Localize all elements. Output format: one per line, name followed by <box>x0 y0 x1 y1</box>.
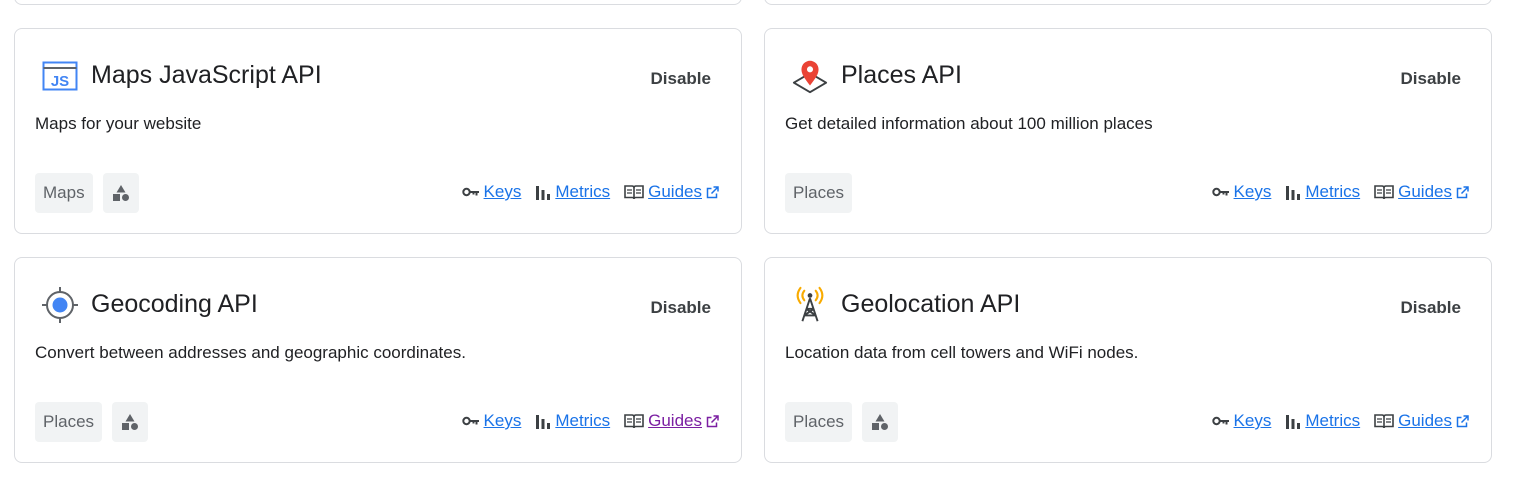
metrics-link-group: Metrics <box>1285 411 1360 431</box>
metrics-link[interactable]: Metrics <box>555 411 610 431</box>
metrics-link[interactable]: Metrics <box>1305 411 1360 431</box>
card-links: Keys Metrics Guides <box>448 411 719 431</box>
cell-tower-icon <box>791 286 829 324</box>
card-links: Keys Metrics Guides <box>1198 411 1469 431</box>
keys-link-group: Keys <box>1211 182 1272 202</box>
bar-chart-icon <box>535 413 551 429</box>
keys-link[interactable]: Keys <box>1234 411 1272 431</box>
keys-link[interactable]: Keys <box>484 182 522 202</box>
bar-chart-icon <box>1285 413 1301 429</box>
disable-button[interactable]: Disable <box>651 298 711 318</box>
keys-link[interactable]: Keys <box>484 411 522 431</box>
book-icon <box>1374 184 1394 200</box>
card-description: Convert between addresses and geographic… <box>35 343 466 362</box>
disable-button[interactable]: Disable <box>651 69 711 89</box>
metrics-link-group: Metrics <box>535 182 610 202</box>
svg-text:JS: JS <box>51 73 69 90</box>
chip-row: Places <box>785 402 899 442</box>
key-icon <box>461 186 480 198</box>
card-title: Maps JavaScript API <box>91 61 322 89</box>
keys-link-group: Keys <box>1211 411 1272 431</box>
card-above-left <box>14 0 742 5</box>
card-links: Keys Metrics Guides <box>448 182 719 202</box>
crosshair-icon <box>41 286 79 324</box>
api-card-maps-javascript: JS Maps JavaScript API Disable Maps for … <box>14 28 742 234</box>
metrics-link-group: Metrics <box>1285 182 1360 202</box>
api-card-geolocation: Geolocation API Disable Location data fr… <box>764 257 1492 463</box>
card-description: Get detailed information about 100 milli… <box>785 114 1153 133</box>
chip-places: Places <box>35 402 103 442</box>
card-title: Places API <box>841 61 962 89</box>
api-card-geocoding: Geocoding API Disable Convert between ad… <box>14 257 742 463</box>
card-title: Geocoding API <box>91 290 258 318</box>
api-card-places: Places API Disable Get detailed informat… <box>764 28 1492 234</box>
external-link-icon <box>706 185 719 199</box>
external-link-icon <box>1456 185 1469 199</box>
guides-link[interactable]: Guides <box>1398 411 1452 431</box>
shapes-icon <box>112 402 149 442</box>
book-icon <box>624 413 644 429</box>
guides-link-group: Guides <box>624 411 719 431</box>
book-icon <box>1374 413 1394 429</box>
bar-chart-icon <box>535 184 551 200</box>
guides-link-group: Guides <box>1374 411 1469 431</box>
card-above-right <box>764 0 1492 5</box>
guides-link-group: Guides <box>624 182 719 202</box>
disable-button[interactable]: Disable <box>1401 69 1461 89</box>
external-link-icon <box>1456 414 1469 428</box>
disable-button[interactable]: Disable <box>1401 298 1461 318</box>
chip-places: Places <box>785 402 853 442</box>
external-link-icon <box>706 414 719 428</box>
guides-link[interactable]: Guides <box>648 411 702 431</box>
guides-link-group: Guides <box>1374 182 1469 202</box>
keys-link[interactable]: Keys <box>1234 182 1272 202</box>
shapes-icon <box>862 402 899 442</box>
chip-row: Maps <box>35 173 139 213</box>
card-title: Geolocation API <box>841 290 1021 318</box>
chip-row: Places <box>785 173 853 213</box>
keys-link-group: Keys <box>461 411 522 431</box>
card-description: Location data from cell towers and WiFi … <box>785 343 1139 362</box>
place-pin-icon <box>791 57 829 95</box>
shapes-icon <box>102 173 139 213</box>
card-links: Keys Metrics Guides <box>1198 182 1469 202</box>
key-icon <box>1211 415 1230 427</box>
metrics-link[interactable]: Metrics <box>1305 182 1360 202</box>
keys-link-group: Keys <box>461 182 522 202</box>
metrics-link[interactable]: Metrics <box>555 182 610 202</box>
key-icon <box>461 415 480 427</box>
card-description: Maps for your website <box>35 114 202 133</box>
guides-link[interactable]: Guides <box>1398 182 1452 202</box>
chip-places: Places <box>785 173 853 213</box>
js-icon: JS <box>41 57 79 95</box>
bar-chart-icon <box>1285 184 1301 200</box>
guides-link[interactable]: Guides <box>648 182 702 202</box>
chip-maps: Maps <box>35 173 93 213</box>
metrics-link-group: Metrics <box>535 411 610 431</box>
chip-row: Places <box>35 402 149 442</box>
key-icon <box>1211 186 1230 198</box>
book-icon <box>624 184 644 200</box>
